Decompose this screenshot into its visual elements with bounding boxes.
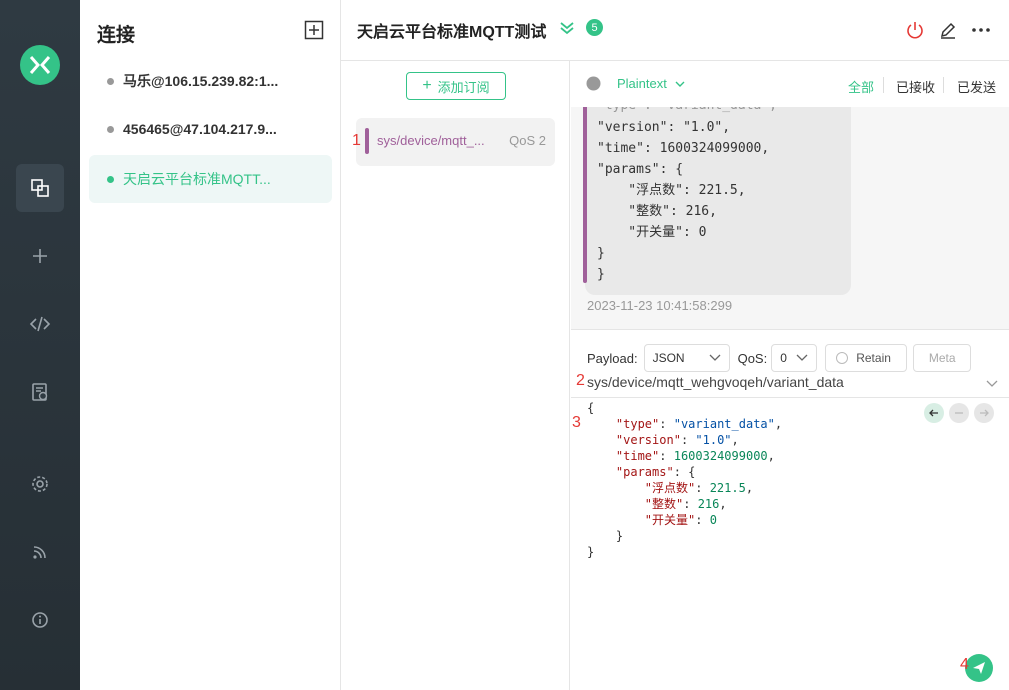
about-icon[interactable] — [16, 596, 64, 644]
qos-select[interactable]: 0 — [771, 344, 818, 372]
annotation-marker: 2 — [576, 372, 585, 389]
publish-topic-field[interactable]: sys/device/mqtt_wehgvoqeh/variant_data — [571, 372, 1009, 398]
status-dot — [107, 125, 114, 133]
message-list: "type": "variant_data", "version": "1.0"… — [571, 61, 1009, 329]
payload-type-select[interactable]: JSON — [643, 344, 730, 372]
payload-format-select[interactable]: Plaintext — [617, 76, 667, 91]
connection-name: 天启云平台标准MQTT... — [123, 171, 271, 187]
add-subscription-button[interactable]: + 添加订阅 — [406, 72, 506, 100]
history-clear-icon[interactable] — [949, 403, 969, 423]
chevron-down-icon — [796, 354, 808, 361]
chevron-down-icon[interactable] — [986, 380, 998, 388]
message-payload: "version": "1.0", "time": 1600324099000,… — [597, 120, 770, 282]
chevron-down-icon — [675, 81, 685, 87]
subscriptions-column: + 添加订阅 sys/device/mqtt_... QoS 2 — [341, 61, 570, 690]
subscription-qos: QoS 2 — [509, 133, 546, 148]
history-forward-icon[interactable] — [974, 403, 994, 423]
plus-icon: + — [422, 77, 432, 94]
subscription-item[interactable]: sys/device/mqtt_... QoS 2 — [356, 118, 555, 166]
send-button[interactable] — [965, 654, 993, 682]
connection-item-active[interactable]: 天启云平台标准MQTT... — [89, 155, 332, 203]
status-dot — [107, 77, 114, 85]
connection-item[interactable]: 456465@47.104.217.9... — [89, 105, 332, 153]
annotation-marker: 3 — [572, 414, 581, 431]
add-connection-icon[interactable] — [304, 20, 324, 40]
settings-icon[interactable] — [16, 460, 64, 508]
message-filter-bar: Plaintext 全部 已接收 已发送 — [571, 61, 1009, 107]
publish-topic-value: sys/device/mqtt_wehgvoqeh/variant_data — [587, 374, 844, 390]
edit-icon[interactable] — [938, 20, 958, 40]
publish-panel: Payload: JSON QoS: 0 Retain Meta sys/dev… — [571, 329, 1009, 690]
send-icon — [973, 662, 985, 674]
script-icon[interactable] — [16, 300, 64, 348]
mqttx-logo-icon — [20, 45, 60, 85]
payload-editor[interactable]: { "type": "variant_data", "version": "1.… — [587, 400, 782, 560]
meta-button[interactable]: Meta — [913, 344, 972, 372]
connections-title: 连接 — [97, 25, 136, 46]
annotation-marker: 4 — [960, 656, 969, 673]
payload-label: Payload: — [587, 350, 638, 366]
chevron-down-icon — [709, 354, 721, 361]
message-topic-bar — [583, 101, 587, 283]
format-icon — [586, 76, 601, 91]
qos-value: 0 — [780, 351, 787, 365]
disconnect-power-icon[interactable] — [905, 20, 925, 40]
connections-nav-icon[interactable] — [16, 164, 64, 212]
payload-type-value: JSON — [652, 351, 685, 365]
annotation-marker: 1 — [352, 132, 361, 149]
history-back-icon[interactable] — [924, 403, 944, 423]
meta-label: Meta — [928, 351, 956, 365]
filter-sent[interactable]: 已发送 — [957, 77, 996, 96]
status-dot — [107, 175, 114, 183]
radio-icon — [836, 352, 849, 364]
filter-received[interactable]: 已接收 — [896, 77, 935, 96]
divider — [883, 77, 884, 93]
connection-name: 456465@47.104.217.9... — [123, 121, 277, 137]
connections-panel: 连接 马乐@106.15.239.82:1... 456465@47.104.2… — [80, 0, 341, 690]
add-subscription-label: 添加订阅 — [437, 79, 490, 95]
subscription-color-bar — [365, 128, 369, 154]
log-icon[interactable] — [16, 368, 64, 416]
qos-label: QoS: — [737, 350, 768, 366]
app-rail — [0, 0, 80, 690]
connection-title: 天启云平台标准MQTT测试 — [357, 24, 547, 41]
message-count-badge: 5 — [586, 19, 603, 36]
connection-item[interactable]: 马乐@106.15.239.82:1... — [89, 57, 332, 105]
collapse-chevrons-icon[interactable] — [559, 20, 575, 36]
retain-toggle[interactable]: Retain — [825, 344, 908, 372]
subscription-topic: sys/device/mqtt_... — [377, 133, 485, 148]
connection-header: 天启云平台标准MQTT测试 5 — [341, 0, 1009, 61]
filter-all[interactable]: 全部 — [848, 77, 874, 96]
retain-label: Retain — [856, 351, 891, 365]
new-connection-icon[interactable] — [16, 232, 64, 280]
feed-icon[interactable] — [16, 528, 64, 576]
connection-name: 马乐@106.15.239.82:1... — [123, 73, 279, 89]
more-options-icon[interactable] — [971, 20, 991, 40]
divider — [943, 77, 944, 93]
publish-options: Payload: JSON QoS: 0 Retain Meta — [587, 344, 972, 372]
message-time: 2023-11-23 10:41:58:299 — [587, 298, 733, 313]
